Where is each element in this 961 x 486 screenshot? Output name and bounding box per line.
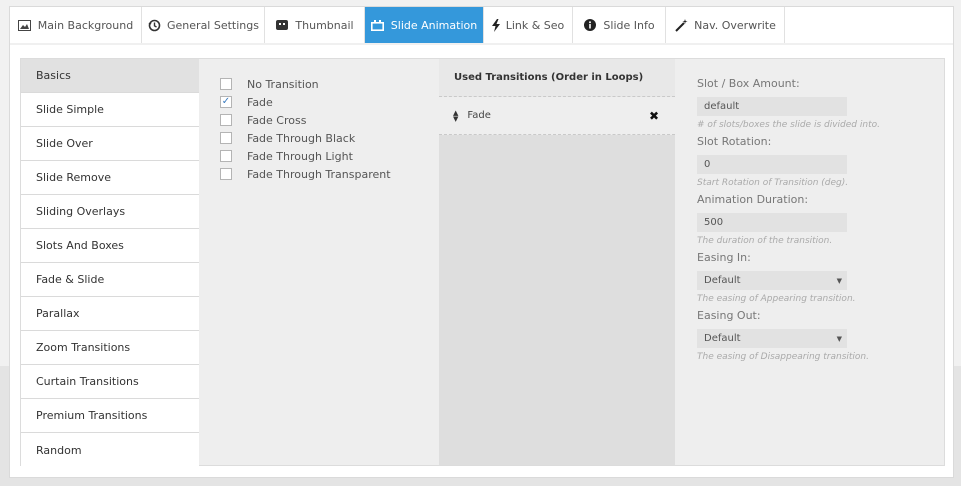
animation-duration-label: Animation Duration: — [697, 193, 809, 206]
checkmark-icon: ✓ — [221, 96, 231, 107]
transition-checkbox[interactable] — [220, 114, 232, 126]
transition-option[interactable]: No Transition — [220, 75, 440, 93]
transition-option[interactable]: Fade Through Black — [220, 129, 440, 147]
tab-label: Main Background — [37, 18, 134, 32]
easing-in-hint: The easing of Appearing transition. — [697, 294, 856, 304]
transition-parameters: Slot / Box Amount: # of slots/boxes the … — [697, 77, 937, 367]
slot-rotation-hint: Start Rotation of Transition (deg). — [697, 178, 849, 188]
tab-thumbnail[interactable]: Thumbnail — [265, 7, 365, 43]
slide-editor-panel: Main Background General Settings Thumbna… — [9, 6, 954, 478]
sidebar-item-curtain-transitions[interactable]: Curtain Transitions — [21, 365, 199, 399]
transition-option[interactable]: Fade Through Light — [220, 147, 440, 165]
used-transitions-title: Used Transitions (Order in Loops) — [439, 59, 675, 97]
sidebar-item-random[interactable]: Random — [21, 433, 199, 467]
used-transitions-panel: Used Transitions (Order in Loops) ▲ ▼ Fad… — [439, 59, 675, 465]
sidebar-item-slide-remove[interactable]: Slide Remove — [21, 161, 199, 195]
sidebar-item-basics[interactable]: Basics — [21, 59, 199, 93]
settings-tabs: Main Background General Settings Thumbna… — [10, 7, 785, 44]
easing-in-value: Default — [704, 275, 741, 286]
tab-nav-overwrite[interactable]: Nav. Overwrite — [666, 7, 785, 43]
transition-label: Fade — [247, 95, 273, 109]
easing-in-label: Easing In: — [697, 251, 751, 264]
tab-label: Slide Info — [603, 18, 655, 32]
sidebar-item-label: Sliding Overlays — [36, 205, 126, 218]
transition-checkbox[interactable] — [220, 78, 232, 90]
sidebar-item-label: Parallax — [36, 307, 80, 320]
animation-settings: Basics Slide Simple Slide Over Slide Rem… — [20, 58, 945, 467]
animation-duration-hint: The duration of the transition. — [697, 236, 833, 246]
used-transition-label: Fade — [467, 110, 491, 121]
sidebar-item-slots-and-boxes[interactable]: Slots And Boxes — [21, 229, 199, 263]
info-icon — [583, 18, 597, 32]
transition-label: Fade Cross — [247, 113, 307, 127]
chevron-down-icon: ▼ — [836, 334, 842, 343]
image-icon — [18, 18, 32, 32]
magic-wand-icon — [674, 18, 688, 32]
transition-option[interactable]: Fade Through Transparent — [220, 165, 440, 183]
tab-link-seo[interactable]: Link & Seo — [484, 7, 573, 43]
transition-label: Fade Through Transparent — [247, 167, 391, 181]
sidebar-item-zoom-transitions[interactable]: Zoom Transitions — [21, 331, 199, 365]
tab-label: Thumbnail — [295, 18, 354, 32]
tab-main-background[interactable]: Main Background — [10, 7, 142, 43]
sidebar-item-label: Fade & Slide — [36, 273, 105, 286]
easing-out-label: Easing Out: — [697, 309, 761, 322]
sidebar-item-label: Zoom Transitions — [36, 341, 131, 354]
transition-category-sidebar: Basics Slide Simple Slide Over Slide Rem… — [21, 59, 199, 467]
tab-slide-animation[interactable]: Slide Animation — [365, 7, 484, 43]
transition-checkbox[interactable] — [220, 168, 232, 180]
transition-checkbox-list: No Transition ✓ Fade Fade Cross Fade Thr… — [220, 75, 440, 183]
sidebar-item-label: Basics — [36, 69, 71, 82]
chevron-down-icon: ▼ — [836, 276, 842, 285]
slot-amount-label: Slot / Box Amount: — [697, 77, 800, 90]
sort-handle-icon[interactable]: ▲ ▼ — [453, 109, 458, 122]
animation-duration-input[interactable] — [697, 213, 847, 232]
transition-label: Fade Through Black — [247, 131, 356, 145]
sidebar-item-fade-slide[interactable]: Fade & Slide — [21, 263, 199, 297]
sidebar-item-parallax[interactable]: Parallax — [21, 297, 199, 331]
sidebar-item-label: Curtain Transitions — [36, 375, 139, 388]
history-icon — [147, 18, 161, 32]
easing-out-select[interactable]: Default ▼ — [697, 329, 847, 348]
transition-label: No Transition — [247, 77, 319, 91]
transition-checkbox[interactable] — [220, 150, 232, 162]
sidebar-item-label: Slide Remove — [36, 171, 111, 184]
slot-amount-input[interactable] — [697, 97, 847, 116]
tab-label: General Settings — [167, 18, 259, 32]
easing-out-hint: The easing of Disappearing transition. — [697, 352, 869, 362]
remove-icon[interactable]: ✖ — [649, 109, 659, 123]
used-transition-item[interactable]: ▲ ▼ Fade ✖ — [439, 97, 675, 135]
transition-option[interactable]: Fade Cross — [220, 111, 440, 129]
sidebar-item-label: Random — [36, 443, 82, 457]
sidebar-item-label: Premium Transitions — [36, 409, 148, 422]
sidebar-item-label: Slots And Boxes — [36, 239, 124, 252]
tab-label: Slide Animation — [390, 18, 478, 32]
sidebar-item-label: Slide Over — [36, 137, 93, 150]
sidebar-item-label: Slide Simple — [36, 103, 104, 116]
transition-checkbox[interactable] — [220, 132, 232, 144]
transition-option[interactable]: ✓ Fade — [220, 93, 440, 111]
transition-checkbox[interactable]: ✓ — [220, 96, 232, 108]
easing-in-select[interactable]: Default ▼ — [697, 271, 847, 290]
sidebar-item-slide-simple[interactable]: Slide Simple — [21, 93, 199, 127]
tab-label: Nav. Overwrite — [694, 18, 776, 32]
transition-label: Fade Through Light — [247, 149, 353, 163]
tab-label: Link & Seo — [505, 18, 565, 32]
tab-divider — [10, 43, 953, 45]
bolt-icon — [491, 18, 500, 32]
tab-general-settings[interactable]: General Settings — [142, 7, 265, 43]
slot-rotation-label: Slot Rotation: — [697, 135, 772, 148]
sidebar-item-slide-over[interactable]: Slide Over — [21, 127, 199, 161]
slot-rotation-input[interactable] — [697, 155, 847, 174]
sidebar-item-sliding-overlays[interactable]: Sliding Overlays — [21, 195, 199, 229]
tab-slide-info[interactable]: Slide Info — [573, 7, 666, 43]
slide-animation-icon — [371, 18, 385, 32]
easing-out-value: Default — [704, 333, 741, 344]
thumbnail-icon — [275, 18, 289, 32]
sidebar-item-premium-transitions[interactable]: Premium Transitions — [21, 399, 199, 433]
slot-amount-hint: # of slots/boxes the slide is divided in… — [697, 120, 880, 130]
